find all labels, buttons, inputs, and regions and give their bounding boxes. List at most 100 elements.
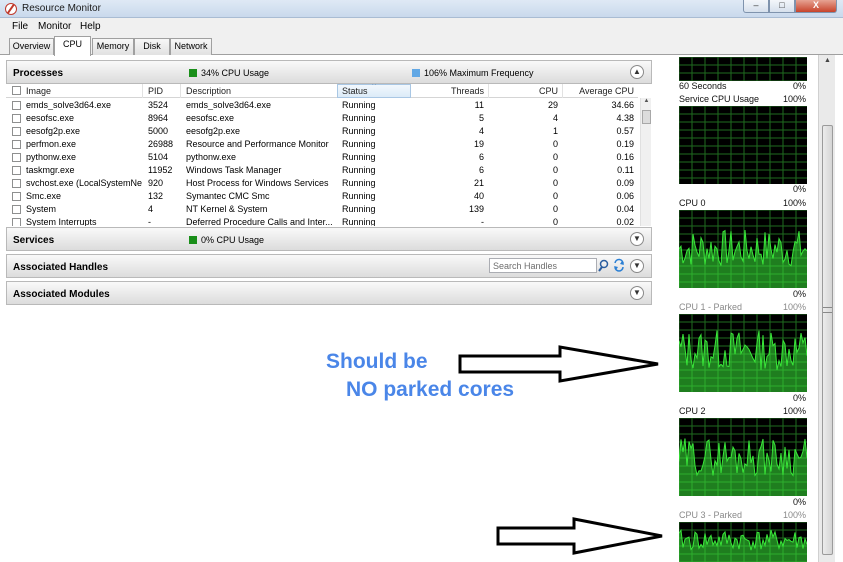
table-row[interactable]: pythonw.exe 5104 pythonw.exe Running 6 0 0.16 bbox=[6, 151, 638, 164]
cpu2-max: 100% bbox=[782, 406, 806, 416]
row-checkbox[interactable] bbox=[12, 205, 21, 214]
expand-services-button[interactable]: ▼ bbox=[630, 232, 644, 246]
column-divider bbox=[142, 84, 143, 98]
cell-image: System bbox=[26, 204, 57, 214]
scroll-up-icon[interactable]: ▲ bbox=[822, 57, 833, 69]
annotation-arrow-bottom-icon bbox=[496, 517, 663, 555]
tab-cpu[interactable]: CPU bbox=[54, 36, 91, 56]
cell-cpu: 0 bbox=[552, 165, 558, 175]
cell-average-cpu: 0.09 bbox=[616, 178, 634, 188]
table-row[interactable]: eesofsc.exe 8964 eesofsc.exe Running 5 4 4.38 bbox=[6, 112, 638, 125]
cell-cpu: 4 bbox=[552, 113, 558, 123]
table-row[interactable]: eesofg2p.exe 5000 eesofg2p.exe Running 4 1 0.5… bbox=[6, 125, 638, 138]
cpu0-max: 100% bbox=[782, 198, 806, 208]
refresh-icon[interactable] bbox=[612, 258, 626, 273]
services-header[interactable]: Services 0% CPU Usage ▼ bbox=[6, 227, 652, 251]
scroll-up-icon[interactable]: ▲ bbox=[642, 98, 651, 108]
chevron-down-icon: ▼ bbox=[633, 261, 641, 270]
modules-title: Associated Modules bbox=[13, 289, 110, 300]
column-average-cpu[interactable]: Average CPU bbox=[566, 86, 634, 96]
maximize-button[interactable]: □ bbox=[769, 0, 795, 13]
cell-pid: 5000 bbox=[148, 126, 169, 136]
table-row[interactable]: taskmgr.exe 11952 Windows Task Manager Runn… bbox=[6, 164, 638, 177]
row-checkbox[interactable] bbox=[12, 140, 21, 149]
cpu-usage-indicator bbox=[189, 69, 197, 77]
graph-panel: 60 Seconds 0% Service CPU Usage 100% 0% … bbox=[666, 55, 824, 562]
cell-image: svchost.exe (LocalSystemNet... bbox=[26, 178, 142, 188]
handles-header[interactable]: Associated Handles Search Handles ▼ bbox=[6, 254, 652, 278]
cell-status: Running bbox=[342, 126, 376, 136]
menu-file[interactable]: File bbox=[12, 21, 28, 32]
tab-overview[interactable]: Overview bbox=[9, 38, 54, 55]
select-all-checkbox[interactable] bbox=[12, 86, 21, 95]
row-checkbox[interactable] bbox=[12, 179, 21, 188]
modules-header[interactable]: Associated Modules ▼ bbox=[6, 281, 652, 305]
cell-description: Symantec CMC Smc bbox=[186, 191, 270, 201]
column-image[interactable]: Image bbox=[26, 86, 51, 96]
processes-scrollbar[interactable]: ▲ bbox=[640, 98, 651, 226]
cell-status: Running bbox=[342, 113, 376, 123]
row-checkbox[interactable] bbox=[12, 114, 21, 123]
cell-description: eesofg2p.exe bbox=[186, 126, 241, 136]
column-cpu[interactable]: CPU bbox=[506, 86, 558, 96]
row-checkbox[interactable] bbox=[12, 153, 21, 162]
cell-status: Running bbox=[342, 204, 376, 214]
graph-panel-scrollbar[interactable]: ▲ bbox=[818, 55, 835, 562]
search-icon[interactable] bbox=[597, 258, 611, 273]
cell-image: eesofg2p.exe bbox=[26, 126, 81, 136]
cell-cpu: 0 bbox=[552, 191, 558, 201]
chevron-down-icon: ▼ bbox=[633, 288, 641, 297]
graph-canvas bbox=[679, 57, 807, 81]
tab-memory[interactable]: Memory bbox=[92, 38, 134, 55]
annotation-arrow-right-icon bbox=[458, 345, 659, 383]
scrollbar-grip bbox=[823, 307, 832, 313]
processes-header[interactable]: Processes 34% CPU Usage 106% Maximum Fre… bbox=[6, 60, 652, 84]
column-threads[interactable]: Threads bbox=[426, 86, 484, 96]
search-handles-input[interactable]: Search Handles bbox=[489, 258, 597, 273]
row-checkbox[interactable] bbox=[12, 192, 21, 201]
graph-canvas bbox=[679, 418, 807, 496]
table-row[interactable]: perfmon.exe 26988 Resource and Performance… bbox=[6, 138, 638, 151]
row-checkbox[interactable] bbox=[12, 218, 21, 226]
cpu1-min: 0% bbox=[792, 393, 806, 403]
expand-modules-button[interactable]: ▼ bbox=[630, 286, 644, 300]
cpu2-min: 0% bbox=[792, 497, 806, 507]
table-row[interactable]: System 4 NT Kernel & System Running 139 0 0.04 bbox=[6, 203, 638, 216]
tab-network[interactable]: Network bbox=[170, 38, 212, 55]
scrollbar-thumb[interactable] bbox=[642, 110, 651, 124]
main-panel: Processes 34% CPU Usage 106% Maximum Fre… bbox=[6, 58, 652, 562]
cell-description: eesofsc.exe bbox=[186, 113, 235, 123]
close-button[interactable]: X bbox=[795, 0, 837, 13]
row-checkbox[interactable] bbox=[12, 101, 21, 110]
cell-status: Running bbox=[342, 139, 376, 149]
title-bar: Resource Monitor – □ X bbox=[0, 0, 843, 18]
collapse-processes-button[interactable]: ▲ bbox=[630, 65, 644, 79]
table-row[interactable]: System Interrupts - Deferred Procedure Cal… bbox=[6, 216, 638, 226]
row-checkbox[interactable] bbox=[12, 127, 21, 136]
cell-description: pythonw.exe bbox=[186, 152, 237, 162]
table-row[interactable]: svchost.exe (LocalSystemNet... 920 Host Pr… bbox=[6, 177, 638, 190]
column-status[interactable]: Status bbox=[342, 86, 368, 96]
graph-canvas bbox=[679, 210, 807, 288]
cell-status: Running bbox=[342, 152, 376, 162]
column-divider bbox=[488, 84, 489, 98]
cell-pid: - bbox=[148, 217, 151, 226]
menu-help[interactable]: Help bbox=[80, 21, 101, 32]
column-pid[interactable]: PID bbox=[148, 86, 163, 96]
column-description[interactable]: Description bbox=[186, 86, 231, 96]
menu-bar: File Monitor Help bbox=[0, 18, 843, 35]
tab-disk[interactable]: Disk bbox=[134, 38, 170, 55]
minimize-button[interactable]: – bbox=[743, 0, 769, 13]
row-checkbox[interactable] bbox=[12, 166, 21, 175]
menu-monitor[interactable]: Monitor bbox=[38, 21, 71, 32]
table-row[interactable]: emds_solve3d64.exe 3524 emds_solve3d64.exe… bbox=[6, 99, 638, 112]
processes-cpu-usage: 34% CPU Usage bbox=[201, 68, 270, 78]
cpu3-label: CPU 3 - Parked bbox=[679, 510, 743, 520]
table-row[interactable]: Smc.exe 132 Symantec CMC Smc Running 40 0 0.06 bbox=[6, 190, 638, 203]
service-cpu-graph bbox=[679, 106, 807, 184]
cell-description: Windows Task Manager bbox=[186, 165, 282, 175]
column-divider bbox=[562, 84, 563, 98]
expand-handles-button[interactable]: ▼ bbox=[630, 259, 644, 273]
column-divider bbox=[180, 84, 181, 98]
scrollbar-thumb[interactable] bbox=[822, 125, 833, 555]
